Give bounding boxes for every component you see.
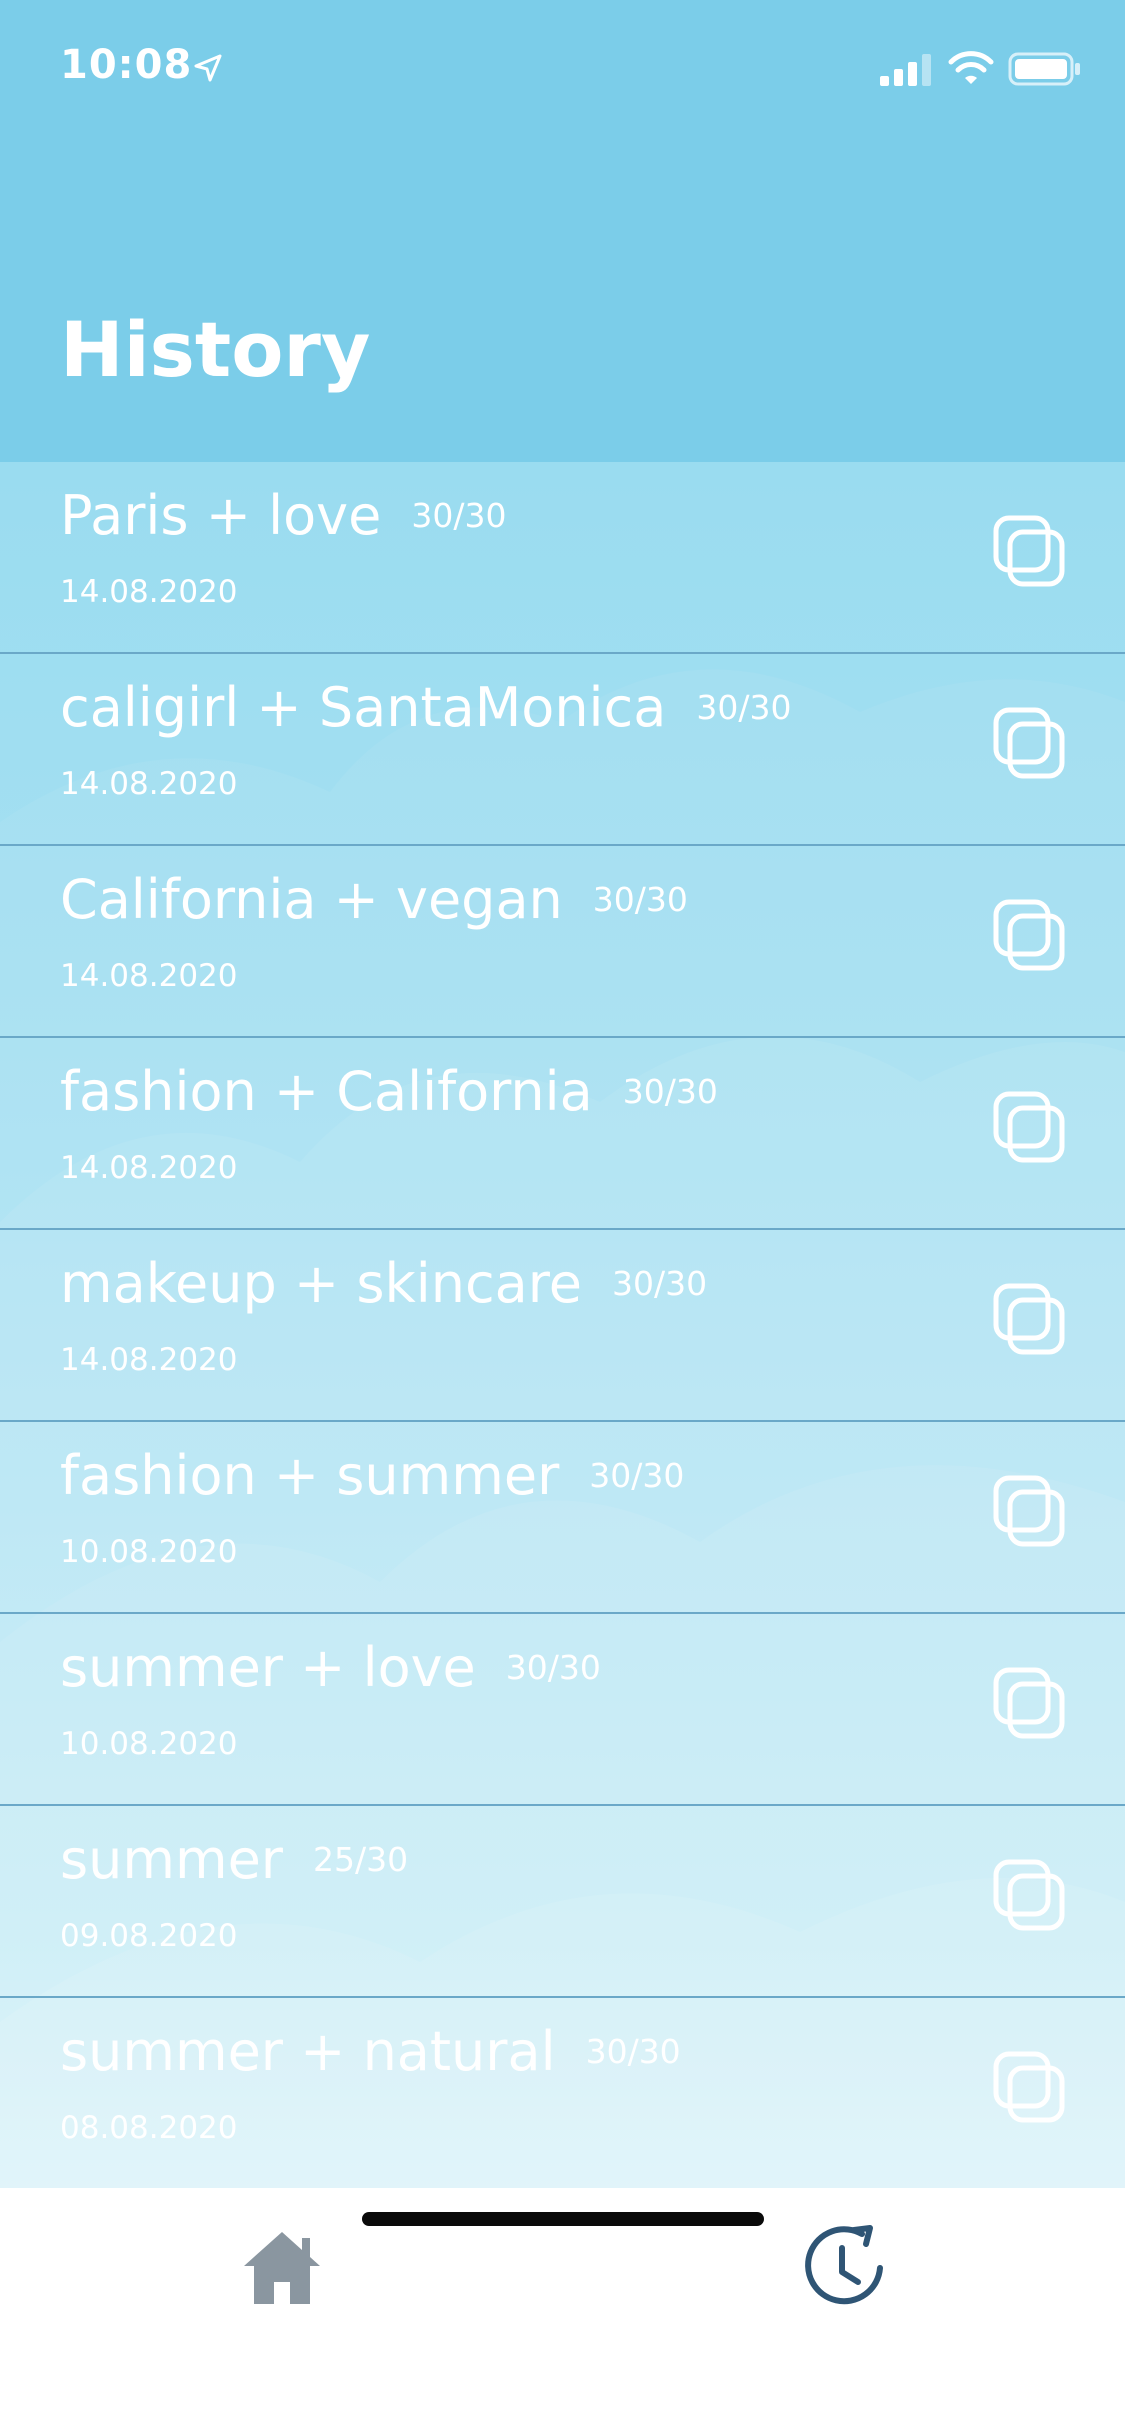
history-item[interactable]: summer + natural 30/30 08.08.2020	[0, 1998, 1125, 2188]
item-title: summer + love	[60, 1636, 476, 1699]
item-count: 30/30	[612, 1264, 708, 1303]
item-count: 30/30	[696, 688, 792, 727]
item-title: caligirl + SantaMonica	[60, 676, 667, 739]
item-date: 10.08.2020	[60, 1534, 238, 1570]
history-list-area[interactable]: Paris + love 30/30 14.08.2020 caligirl + …	[0, 462, 1125, 2188]
item-title-row: fashion + California 30/30	[60, 1060, 718, 1123]
item-count: 30/30	[585, 2032, 681, 2071]
history-item[interactable]: fashion + California 30/30 14.08.2020	[0, 1038, 1125, 1230]
copy-icon[interactable]	[990, 1472, 1070, 1552]
item-title-row: California + vegan 30/30	[60, 868, 688, 931]
wifi-icon	[948, 51, 994, 84]
copy-icon[interactable]	[990, 704, 1070, 784]
home-indicator[interactable]	[362, 2212, 764, 2226]
history-icon[interactable]	[800, 2224, 888, 2312]
item-count: 25/30	[313, 1840, 409, 1879]
item-date: 14.08.2020	[60, 1150, 238, 1186]
page-title: History	[60, 305, 371, 394]
item-date: 14.08.2020	[60, 574, 238, 610]
item-date: 14.08.2020	[60, 958, 238, 994]
cellular-signal-icon	[880, 54, 931, 86]
item-count: 30/30	[505, 1648, 601, 1687]
item-title-row: summer + natural 30/30	[60, 2020, 681, 2083]
item-title-row: fashion + summer 30/30	[60, 1444, 684, 1507]
copy-icon[interactable]	[990, 1280, 1070, 1360]
item-date: 14.08.2020	[60, 766, 238, 802]
home-icon[interactable]	[240, 2226, 324, 2310]
history-item[interactable]: caligirl + SantaMonica 30/30 14.08.2020	[0, 654, 1125, 846]
item-count: 30/30	[592, 880, 688, 919]
status-bar: 10:08	[0, 0, 1125, 140]
item-title-row: summer + love 30/30	[60, 1636, 601, 1699]
item-title-row: caligirl + SantaMonica 30/30	[60, 676, 791, 739]
item-count: 30/30	[411, 496, 507, 535]
item-title: makeup + skincare	[60, 1252, 582, 1315]
history-item[interactable]: Paris + love 30/30 14.08.2020	[0, 462, 1125, 654]
item-date: 09.08.2020	[60, 1918, 238, 1954]
copy-icon[interactable]	[990, 2048, 1070, 2128]
history-item[interactable]: summer + love 30/30 10.08.2020	[0, 1614, 1125, 1806]
copy-icon[interactable]	[990, 896, 1070, 976]
item-title-row: summer 25/30	[60, 1828, 408, 1891]
copy-icon[interactable]	[990, 512, 1070, 592]
item-count: 30/30	[622, 1072, 718, 1111]
location-arrow-icon	[194, 54, 222, 82]
battery-icon	[1008, 52, 1080, 86]
item-title-row: Paris + love 30/30	[60, 484, 506, 547]
header: 10:08 History	[0, 0, 1125, 462]
history-item[interactable]: makeup + skincare 30/30 14.08.2020	[0, 1230, 1125, 1422]
item-date: 08.08.2020	[60, 2110, 238, 2146]
copy-icon[interactable]	[990, 1664, 1070, 1744]
item-title-row: makeup + skincare 30/30	[60, 1252, 707, 1315]
item-title: summer + natural	[60, 2020, 556, 2083]
copy-icon[interactable]	[990, 1856, 1070, 1936]
history-list: Paris + love 30/30 14.08.2020 caligirl + …	[0, 462, 1125, 2188]
history-item[interactable]: summer 25/30 09.08.2020	[0, 1806, 1125, 1998]
history-item[interactable]: California + vegan 30/30 14.08.2020	[0, 846, 1125, 1038]
item-title: summer	[60, 1828, 283, 1891]
item-date: 10.08.2020	[60, 1726, 238, 1762]
item-date: 14.08.2020	[60, 1342, 238, 1378]
item-title: fashion + California	[60, 1060, 593, 1123]
item-count: 30/30	[589, 1456, 685, 1495]
item-title: California + vegan	[60, 868, 563, 931]
status-time: 10:08	[60, 42, 193, 88]
copy-icon[interactable]	[990, 1088, 1070, 1168]
item-title: fashion + summer	[60, 1444, 560, 1507]
item-title: Paris + love	[60, 484, 382, 547]
history-item[interactable]: fashion + summer 30/30 10.08.2020	[0, 1422, 1125, 1614]
